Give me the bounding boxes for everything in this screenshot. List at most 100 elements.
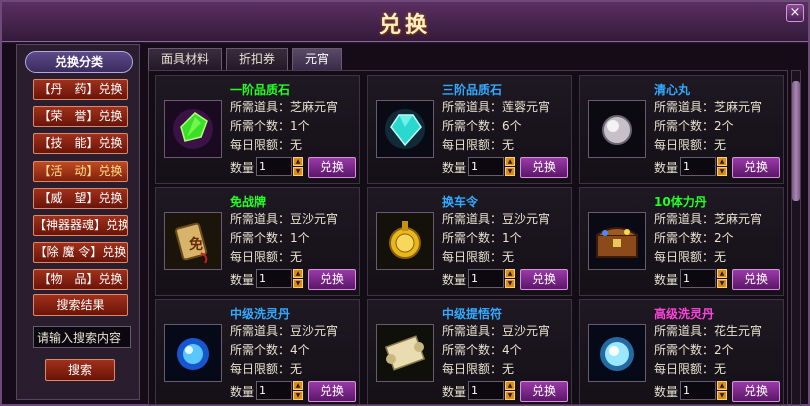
quantity-input[interactable] bbox=[680, 269, 716, 288]
gold-medal-icon[interactable] bbox=[376, 212, 434, 270]
quantity-input[interactable] bbox=[468, 269, 504, 288]
scroll-icon[interactable] bbox=[376, 324, 434, 382]
required-item-value: 豆沙元宵 bbox=[290, 212, 339, 226]
required-item-line: 所需道具：莲蓉元宵 bbox=[442, 98, 550, 115]
exchange-button[interactable]: 兑换 bbox=[308, 269, 356, 290]
truce-token-icon[interactable]: 免 bbox=[164, 212, 222, 270]
required-item-value: 芝麻元宵 bbox=[714, 100, 763, 114]
quantity-label: 数量 bbox=[654, 273, 679, 287]
increment-arrow-icon[interactable]: ▲ bbox=[505, 381, 515, 390]
daily-limit-label: 每日限额： bbox=[442, 250, 503, 264]
quantity-label: 数量 bbox=[230, 385, 255, 399]
required-count-value: 2个 bbox=[714, 231, 734, 245]
quantity-stepper: ▲ ▼ bbox=[505, 381, 515, 400]
quantity-input[interactable] bbox=[468, 157, 504, 176]
required-count-label: 所需个数： bbox=[230, 343, 291, 357]
increment-arrow-icon[interactable]: ▲ bbox=[293, 269, 303, 278]
bright-orb-icon[interactable] bbox=[588, 324, 646, 382]
required-item-line: 所需道具：花生元宵 bbox=[654, 322, 762, 339]
exchange-button[interactable]: 兑换 bbox=[732, 381, 780, 402]
category-button-huo-dong[interactable]: 【活 动】兑换 bbox=[33, 160, 128, 182]
pearl-pill-icon[interactable] bbox=[588, 100, 646, 158]
quantity-label: 数量 bbox=[230, 161, 255, 175]
daily-limit-line: 每日限额：无 bbox=[230, 360, 302, 377]
scrollbar-thumb[interactable] bbox=[792, 81, 800, 201]
increment-arrow-icon[interactable]: ▲ bbox=[505, 157, 515, 166]
quantity-input[interactable] bbox=[468, 381, 504, 400]
daily-limit-value: 无 bbox=[714, 138, 727, 152]
decrement-arrow-icon[interactable]: ▼ bbox=[717, 167, 727, 176]
decrement-arrow-icon[interactable]: ▼ bbox=[505, 167, 515, 176]
increment-arrow-icon[interactable]: ▲ bbox=[505, 269, 515, 278]
category-button-dan-yao[interactable]: 【丹 药】兑换 bbox=[33, 79, 128, 100]
daily-limit-label: 每日限额： bbox=[230, 138, 291, 152]
required-count-label: 所需个数： bbox=[230, 119, 291, 133]
blue-orb-icon[interactable] bbox=[164, 324, 222, 382]
decrement-arrow-icon[interactable]: ▼ bbox=[505, 391, 515, 400]
treasure-chest-icon[interactable] bbox=[588, 212, 646, 270]
daily-limit-value: 无 bbox=[714, 362, 727, 376]
decrement-arrow-icon[interactable]: ▼ bbox=[293, 167, 303, 176]
exchange-button[interactable]: 兑换 bbox=[732, 157, 780, 178]
increment-arrow-icon[interactable]: ▲ bbox=[717, 381, 727, 390]
svg-text:免: 免 bbox=[189, 236, 203, 253]
tab-yuanxiao[interactable]: 元宵 bbox=[292, 48, 343, 70]
close-button[interactable]: × bbox=[786, 4, 804, 22]
daily-limit-value: 无 bbox=[502, 250, 515, 264]
search-results-button[interactable]: 搜索结果 bbox=[33, 294, 128, 316]
increment-arrow-icon[interactable]: ▲ bbox=[293, 381, 303, 390]
required-item-line: 所需道具：豆沙元宵 bbox=[230, 210, 338, 227]
daily-limit-label: 每日限额： bbox=[442, 138, 503, 152]
exchange-button[interactable]: 兑换 bbox=[520, 269, 568, 290]
exchange-button[interactable]: 兑换 bbox=[732, 269, 780, 290]
tab-mask-materials[interactable]: 面具材料 bbox=[148, 48, 223, 70]
quantity-input[interactable] bbox=[256, 269, 292, 288]
daily-limit-value: 无 bbox=[502, 362, 515, 376]
category-button-wu-pin[interactable]: 【物 品】兑换 bbox=[33, 269, 128, 291]
daily-limit-label: 每日限额： bbox=[654, 250, 715, 264]
tab-discount-coupons[interactable]: 折扣券 bbox=[226, 48, 289, 70]
quantity-input[interactable] bbox=[256, 381, 292, 400]
decrement-arrow-icon[interactable]: ▼ bbox=[717, 391, 727, 400]
decrement-arrow-icon[interactable]: ▼ bbox=[293, 279, 303, 288]
search-input[interactable] bbox=[33, 326, 131, 348]
quantity-input[interactable] bbox=[680, 157, 716, 176]
search-button[interactable]: 搜索 bbox=[45, 359, 115, 381]
decrement-arrow-icon[interactable]: ▼ bbox=[717, 279, 727, 288]
required-item-label: 所需道具： bbox=[230, 324, 291, 338]
exchange-button[interactable]: 兑换 bbox=[308, 157, 356, 178]
decrement-arrow-icon[interactable]: ▼ bbox=[505, 279, 515, 288]
quantity-stepper: ▲ ▼ bbox=[293, 157, 303, 176]
category-button-shen-qi[interactable]: 【神器器魂】兑换 bbox=[33, 214, 128, 236]
category-button-ji-neng[interactable]: 【技 能】兑换 bbox=[33, 133, 128, 155]
quantity-input[interactable] bbox=[680, 381, 716, 400]
green-crystal-icon[interactable] bbox=[164, 100, 222, 158]
cyan-gem-icon[interactable] bbox=[376, 100, 434, 158]
quantity-input[interactable] bbox=[256, 157, 292, 176]
required-count-value: 4个 bbox=[290, 343, 310, 357]
required-count-label: 所需个数： bbox=[442, 119, 503, 133]
category-button-rong-yu[interactable]: 【荣 誉】兑换 bbox=[33, 106, 128, 128]
daily-limit-line: 每日限额：无 bbox=[442, 136, 514, 153]
daily-limit-label: 每日限额： bbox=[442, 362, 503, 376]
category-button-wei-wang[interactable]: 【威 望】兑换 bbox=[33, 187, 128, 209]
daily-limit-line: 每日限额：无 bbox=[442, 360, 514, 377]
increment-arrow-icon[interactable]: ▲ bbox=[717, 157, 727, 166]
exchange-button[interactable]: 兑换 bbox=[520, 157, 568, 178]
exchange-button[interactable]: 兑换 bbox=[308, 381, 356, 402]
increment-arrow-icon[interactable]: ▲ bbox=[717, 269, 727, 278]
item-grid: 一阶品质石所需道具：芝麻元宵所需个数：1个每日限额：无数量▲▼兑换三阶品质石所需… bbox=[148, 70, 788, 405]
category-button-chu-mo[interactable]: 【除 魔 令】兑换 bbox=[33, 242, 128, 264]
daily-limit-line: 每日限额：无 bbox=[230, 136, 302, 153]
decrement-arrow-icon[interactable]: ▼ bbox=[293, 391, 303, 400]
scrollbar[interactable] bbox=[791, 70, 801, 405]
daily-limit-value: 无 bbox=[502, 138, 515, 152]
quantity-label: 数量 bbox=[442, 161, 467, 175]
increment-arrow-icon[interactable]: ▲ bbox=[293, 157, 303, 166]
quantity-stepper: ▲ ▼ bbox=[293, 381, 303, 400]
title-bar[interactable]: 兑换 × bbox=[2, 2, 808, 42]
exchange-button[interactable]: 兑换 bbox=[520, 381, 568, 402]
required-count-value: 2个 bbox=[714, 119, 734, 133]
required-count-value: 2个 bbox=[714, 343, 734, 357]
item-name: 免战牌 bbox=[230, 195, 267, 209]
